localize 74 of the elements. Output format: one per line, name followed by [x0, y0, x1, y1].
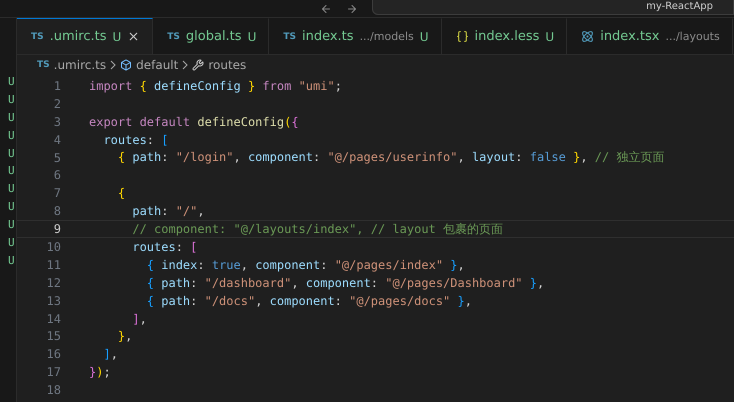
code-line: { path: "/docs", component: "@/pages/docs" },: [146, 294, 472, 308]
line-number: 8: [52, 204, 61, 218]
tab-name: index.ts: [302, 29, 354, 44]
typescript-icon: TS: [37, 60, 50, 70]
code-line: { path: "/login", component: "@/pages/userinfo", layout: false }, // 独立页面: [116, 149, 664, 166]
command-center[interactable]: my-ReactApp: [372, 0, 734, 14]
breadcrumb-item[interactable]: routes: [208, 58, 246, 72]
braces-icon: [456, 30, 469, 43]
line-number: 17: [46, 365, 61, 380]
code-line: export default defineConfig({: [89, 114, 299, 129]
code-line: // component: "@/layouts/index", // layout 包裹的页面: [131, 220, 504, 238]
git-status-marker: U: [8, 235, 16, 252]
atom-icon: [581, 30, 594, 43]
git-status-marker: U: [8, 128, 16, 144]
tab-status: U: [112, 30, 122, 44]
line-number: 1: [52, 78, 61, 93]
code-line: routes: [: [131, 240, 198, 254]
git-status-marker: U: [8, 163, 16, 180]
editor-tab[interactable]: TS .umirc.ts U: [17, 18, 154, 54]
line-number: 14: [46, 312, 61, 326]
line-number: 4: [52, 132, 61, 147]
forward-icon[interactable]: [346, 2, 358, 14]
code-line: { index: true, component: "@/pages/index" },: [146, 258, 465, 272]
git-status-marker: U: [8, 252, 16, 269]
code-line: {: [116, 186, 126, 200]
chevron-icon: [182, 60, 188, 70]
code-line: });: [89, 365, 111, 380]
line-number: 9: [52, 222, 61, 236]
line-number: 2: [52, 96, 61, 111]
typescript-icon: TS: [283, 32, 296, 42]
tab-description: .../layouts: [665, 30, 720, 43]
git-status-marker: U: [8, 110, 16, 126]
code-line: { path: "/dashboard", component: "@/pages/Dashboard" },: [146, 276, 544, 290]
tab-status: U: [248, 30, 256, 44]
line-number: 7: [52, 186, 61, 200]
git-status-marker: U: [8, 74, 16, 90]
tab-status: U: [545, 30, 554, 44]
typescript-icon: TS: [167, 32, 180, 42]
code-line: ],: [102, 347, 118, 362]
tab-name: index.less: [474, 29, 540, 44]
editor-tab[interactable]: index.less U: [442, 18, 568, 54]
tab-description: .../models: [360, 30, 414, 43]
git-status-marker: U: [8, 146, 16, 162]
code-line: routes: [: [102, 132, 168, 147]
git-status-marker: U: [8, 92, 16, 108]
tab-name: .umirc.ts: [50, 29, 106, 44]
code-line: ],: [131, 312, 147, 326]
line-number: 16: [46, 347, 61, 362]
line-number: 10: [46, 240, 61, 254]
code-line: },: [116, 329, 132, 344]
line-number: 6: [52, 168, 61, 182]
line-number: 3: [52, 114, 61, 129]
breadcrumb-item[interactable]: default: [136, 58, 178, 72]
git-status-marker: U: [8, 199, 16, 216]
close-icon[interactable]: [127, 30, 140, 43]
tab-status: U: [420, 30, 429, 44]
git-status-marker: U: [8, 181, 16, 198]
git-status-marker: U: [8, 217, 16, 234]
back-icon[interactable]: [320, 2, 332, 14]
code-line: path: "/",: [131, 204, 205, 218]
line-number: 12: [46, 276, 61, 290]
line-number: 18: [46, 383, 61, 398]
typescript-icon: TS: [31, 32, 44, 42]
chevron-icon: [110, 60, 116, 70]
tab-name: global.ts: [186, 29, 242, 44]
cube-icon: [120, 59, 132, 71]
wrench-icon: [192, 59, 204, 71]
line-number: 15: [46, 329, 61, 344]
line-number: 11: [46, 258, 61, 272]
code-line: import { defineConfig } from "umi";: [89, 78, 342, 93]
line-number: 13: [46, 294, 61, 308]
line-number: 5: [52, 150, 61, 164]
tab-name: index.tsx: [600, 29, 660, 44]
breadcrumb-item[interactable]: .umirc.ts: [54, 58, 106, 72]
